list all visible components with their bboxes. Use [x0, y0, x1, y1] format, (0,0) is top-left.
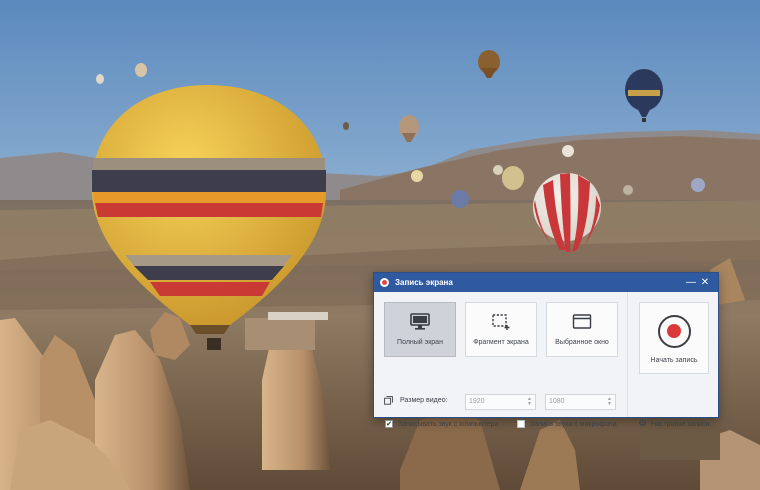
- close-button[interactable]: ✕: [698, 273, 712, 292]
- width-spinner-arrows[interactable]: ▲ ▼: [527, 397, 532, 407]
- system-audio-checkbox[interactable]: ✔: [385, 420, 393, 428]
- window-titlebar[interactable]: Запись экрана — ✕: [374, 273, 718, 292]
- mode-full-screen-button[interactable]: Полный экран: [384, 302, 456, 357]
- mode-region-label: Фрагмент экрана: [473, 339, 529, 346]
- record-settings-label: Настройки записи: [650, 420, 710, 428]
- record-app-icon: [380, 278, 389, 287]
- region-select-icon: [492, 314, 510, 330]
- video-width-input[interactable]: 1920 ▲ ▼: [465, 394, 536, 410]
- resize-icon: [384, 396, 393, 405]
- window-icon: [572, 314, 592, 329]
- video-width-value: 1920: [469, 398, 485, 405]
- video-size-row: Размер видео:: [384, 396, 447, 405]
- capture-options-pane: Полный экран Фрагмент экрана Выбранное о…: [374, 292, 627, 428]
- mic-audio-checkbox[interactable]: [517, 420, 525, 428]
- mic-audio-label: Запись звука с микрофона: [530, 420, 617, 428]
- record-settings-link[interactable]: ⚙ Настройки записи: [638, 418, 710, 429]
- system-audio-label: Записывать звук с компьютера: [398, 420, 499, 428]
- monitor-icon: [410, 313, 430, 330]
- height-spinner-arrows[interactable]: ▲ ▼: [607, 397, 612, 407]
- video-height-value: 1080: [549, 398, 565, 405]
- system-audio-option[interactable]: ✔ Записывать звук с компьютера: [385, 420, 498, 428]
- start-record-button[interactable]: Начать запись: [639, 302, 709, 374]
- video-height-input[interactable]: 1080 ▲ ▼: [545, 394, 616, 410]
- gear-icon: ⚙: [638, 418, 647, 429]
- minimize-button[interactable]: —: [684, 273, 698, 292]
- record-icon: [657, 314, 691, 348]
- mic-audio-option[interactable]: Запись звука с микрофона: [517, 420, 617, 428]
- mode-window-button[interactable]: Выбранное окно: [546, 302, 618, 357]
- window-title: Запись экрана: [395, 278, 453, 287]
- mode-window-label: Выбранное окно: [555, 339, 609, 346]
- start-record-label: Начать запись: [650, 356, 698, 364]
- video-size-label: Размер видео:: [400, 397, 448, 404]
- mode-region-button[interactable]: Фрагмент экрана: [465, 302, 537, 357]
- record-pane: Начать запись ⚙ Настройки записи: [627, 292, 719, 429]
- mode-full-screen-label: Полный экран: [397, 339, 443, 346]
- screen-recorder-window: Запись экрана — ✕ Полный экран Фрагмент …: [373, 272, 719, 429]
